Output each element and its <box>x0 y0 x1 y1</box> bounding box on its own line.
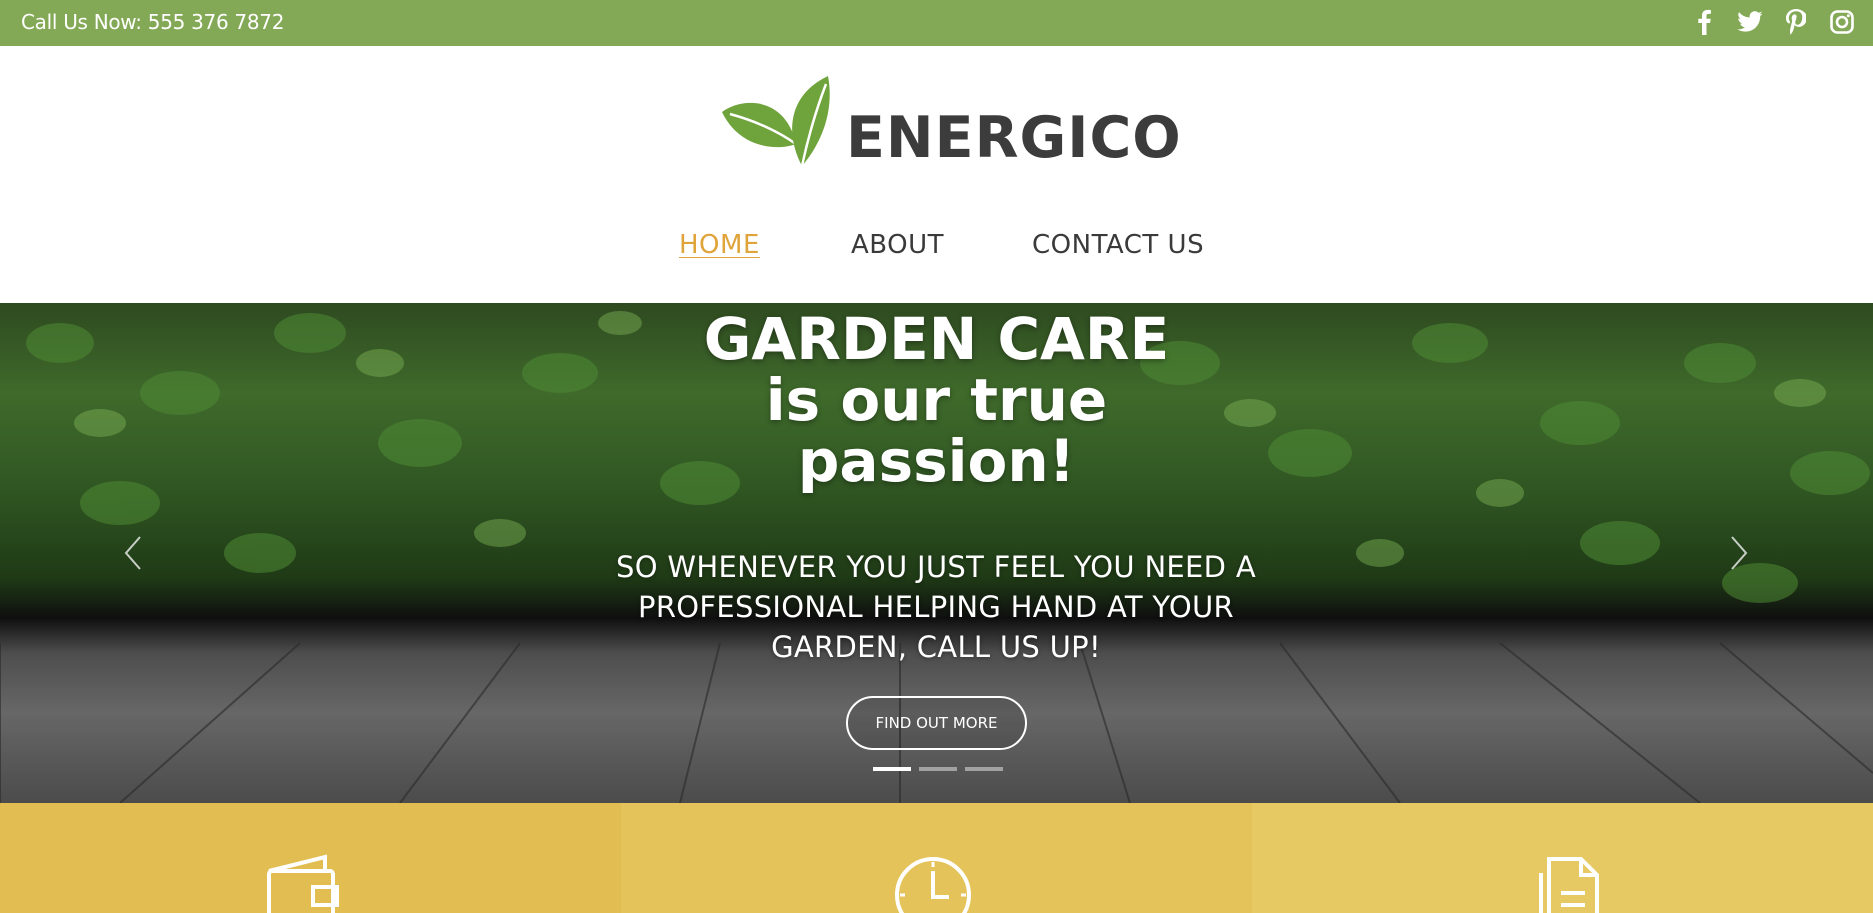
slider-pagination <box>873 767 1003 771</box>
hero-headline-line-2: is our true <box>765 366 1108 434</box>
find-out-more-button[interactable]: FIND OUT MORE <box>846 696 1027 750</box>
brand-logo[interactable]: ENERGICO <box>716 74 1181 174</box>
main-nav: HOME ABOUT CONTACT US <box>0 230 1873 270</box>
slider-dot-3[interactable] <box>965 767 1003 771</box>
nav-home[interactable]: HOME <box>679 230 760 260</box>
facebook-icon[interactable] <box>1691 7 1717 37</box>
brand-name: ENERGICO <box>846 105 1182 171</box>
hero-slider: GARDEN CARE is our true passion! SO WHEN… <box>0 303 1873 803</box>
nav-contact-us[interactable]: CONTACT US <box>1032 230 1204 260</box>
leaf-icon <box>722 76 830 167</box>
chevron-right-icon <box>1731 536 1748 570</box>
feature-card-2 <box>621 803 1252 913</box>
document-icon <box>1539 857 1599 913</box>
hero-subtitle: SO WHENEVER YOU JUST FEEL YOU NEED A PRO… <box>616 550 1256 664</box>
wallet-icon <box>267 854 339 913</box>
nav-about[interactable]: ABOUT <box>851 230 944 260</box>
twitter-icon[interactable] <box>1737 7 1763 37</box>
feature-strip <box>0 803 1873 913</box>
chevron-left-icon <box>124 536 141 570</box>
slider-prev-arrow[interactable] <box>118 533 148 573</box>
hero-headline: GARDEN CARE is our true passion! <box>0 309 1873 492</box>
slider-dot-1[interactable] <box>873 767 911 771</box>
slider-next-arrow[interactable] <box>1724 533 1754 573</box>
hero-headline-line-3: passion! <box>797 427 1076 495</box>
social-links <box>1691 7 1855 37</box>
feature-card-3 <box>1252 803 1873 913</box>
hero-headline-line-1: GARDEN CARE <box>703 305 1170 373</box>
pinterest-icon[interactable] <box>1783 7 1809 37</box>
top-bar: Call Us Now: 555 376 7872 <box>0 0 1873 46</box>
clock-icon <box>895 857 971 913</box>
feature-card-1 <box>0 803 621 913</box>
instagram-icon[interactable] <box>1829 7 1855 37</box>
phone-number: Call Us Now: 555 376 7872 <box>21 10 285 34</box>
slider-dot-2[interactable] <box>919 767 957 771</box>
